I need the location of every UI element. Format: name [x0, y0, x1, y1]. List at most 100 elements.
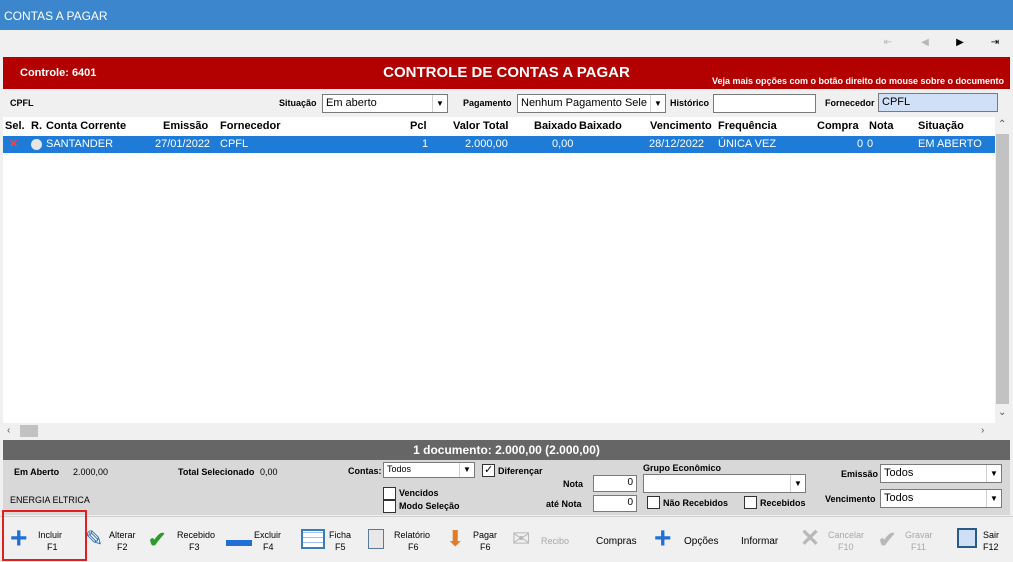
column-header[interactable]: Pcl	[410, 120, 427, 132]
totals-panel: Em Aberto 2.000,00 Total Selecionado 0,0…	[3, 460, 1010, 515]
nota-input[interactable]: 0	[593, 475, 637, 492]
accounts-grid[interactable]: Sel. R. Conta Corrente Emissão Fornecedo…	[3, 117, 1010, 439]
cancel-x-icon: ✕	[800, 525, 821, 552]
ate-nota-label: até Nota	[546, 499, 582, 509]
scroll-down-icon[interactable]: ⌄	[998, 407, 1006, 418]
chevron-down-icon[interactable]: ▼	[650, 95, 665, 112]
sair-label: Sair	[983, 530, 1000, 540]
recibo-button[interactable]: ✉ Recibo	[512, 517, 578, 562]
column-header[interactable]: R.	[31, 120, 42, 132]
column-header[interactable]: Situação	[918, 120, 964, 132]
calendar-icon	[301, 529, 325, 549]
historico-label: Histórico	[670, 98, 710, 108]
vencidos-checkbox[interactable]	[383, 487, 396, 500]
alterar-button[interactable]: ✎ Alterar F2	[85, 517, 145, 562]
vertical-scroll-thumb[interactable]	[996, 134, 1009, 404]
window-title: CONTAS A PAGAR	[4, 9, 108, 23]
situacao-label: Situação	[279, 98, 317, 108]
ate-nota-input[interactable]: 0	[593, 495, 637, 512]
cancelar-button[interactable]: ✕ Cancelar F10	[798, 517, 868, 562]
chevron-down-icon[interactable]: ▼	[432, 95, 447, 112]
vencimento-label: Vencimento	[825, 494, 876, 504]
scroll-right-icon[interactable]: ›	[981, 425, 984, 436]
nao-recebidos-checkbox[interactable]	[647, 496, 660, 509]
column-header[interactable]: Valor Total	[453, 120, 508, 132]
horizontal-scroll-thumb[interactable]	[20, 425, 38, 437]
grupo-economico-label: Grupo Econômico	[643, 463, 722, 473]
summary-bar: 1 documento: 2.000,00 (2.000,00)	[3, 440, 1010, 460]
filter-bar: CPFL Situação Em aberto ▼ Pagamento Nenh…	[3, 89, 1010, 117]
scroll-up-icon[interactable]: ⌃	[998, 119, 1006, 130]
emissao-select[interactable]: Todos ▼	[880, 464, 1002, 483]
diferencar-checkbox[interactable]	[482, 463, 495, 477]
pencil-icon: ✎	[85, 526, 104, 551]
chevron-down-icon[interactable]: ▼	[790, 475, 805, 492]
sair-button[interactable]: Sair F12	[955, 517, 1007, 562]
excluir-button[interactable]: Excluir F4	[224, 517, 289, 562]
pagamento-label: Pagamento	[463, 98, 512, 108]
fornecedor-input[interactable]: CPFL	[878, 93, 998, 112]
pagar-button[interactable]: ⬇ Pagar F6	[444, 517, 504, 562]
alterar-key: F2	[117, 542, 128, 552]
pagamento-select[interactable]: Nenhum Pagamento Sele ▼	[517, 94, 666, 113]
radio-circle-icon[interactable]	[31, 139, 42, 150]
previous-record-button[interactable]: ◀	[913, 34, 937, 52]
compras-label: Compras	[596, 536, 637, 547]
gravar-button[interactable]: ✔ Gravar F11	[876, 517, 936, 562]
recibo-label: Recibo	[541, 536, 570, 546]
selection-x-icon[interactable]: ✕	[9, 137, 18, 150]
emissao-value: Todos	[884, 467, 914, 479]
excluir-key: F4	[263, 542, 274, 552]
column-header[interactable]: Baixado	[579, 120, 622, 132]
ficha-button[interactable]: Ficha F5	[300, 517, 360, 562]
historico-input[interactable]	[713, 94, 816, 113]
module-header: Controle: 6401 CONTROLE DE CONTAS A PAGA…	[3, 57, 1010, 89]
vertical-scrollbar[interactable]: ⌃ ⌄	[995, 117, 1010, 423]
recebido-label: Recebido	[177, 530, 216, 540]
cell-pcl: 1	[422, 138, 429, 150]
contas-select[interactable]: Todos ▼	[383, 462, 475, 478]
ficha-key: F5	[335, 542, 346, 552]
first-record-button[interactable]: ⇤	[876, 34, 900, 52]
relatorio-button[interactable]: Relatório F6	[366, 517, 436, 562]
informar-button[interactable]: Informar	[736, 517, 786, 562]
column-header[interactable]: Compra	[817, 120, 859, 132]
incluir-key: F1	[47, 542, 58, 552]
relatorio-label: Relatório	[394, 530, 431, 540]
compras-button[interactable]: Compras	[590, 517, 645, 562]
recebidos-checkbox[interactable]	[744, 496, 757, 509]
emissao-label: Emissão	[841, 469, 879, 479]
next-record-button[interactable]: ▶	[948, 34, 972, 52]
nota-label: Nota	[563, 479, 583, 489]
chevron-down-icon[interactable]: ▼	[986, 465, 1001, 482]
cancelar-label: Cancelar	[828, 530, 865, 540]
historico-text: ENERGIA ELTRICA	[10, 495, 90, 505]
vencimento-select[interactable]: Todos ▼	[880, 489, 1002, 508]
chevron-down-icon[interactable]: ▼	[459, 463, 474, 477]
column-header[interactable]: Vencimento	[650, 120, 712, 132]
column-header[interactable]: Conta Corrente	[46, 120, 126, 132]
em-aberto-label: Em Aberto	[14, 467, 60, 477]
column-header[interactable]: Nota	[869, 120, 893, 132]
situacao-select[interactable]: Em aberto ▼	[322, 94, 448, 113]
fornecedor-label: Fornecedor	[825, 98, 875, 108]
alterar-label: Alterar	[109, 530, 136, 540]
scroll-left-icon[interactable]: ‹	[7, 425, 10, 436]
opcoes-button[interactable]: + Opções	[654, 517, 726, 562]
horizontal-scrollbar[interactable]: ‹ ›	[3, 423, 1010, 439]
modo-selecao-checkbox[interactable]	[383, 500, 396, 513]
recebidos-label: Recebidos	[760, 498, 806, 508]
grupo-economico-select[interactable]: ▼	[643, 474, 806, 493]
column-header[interactable]: Baixado	[534, 120, 577, 132]
column-header[interactable]: Emissão	[163, 120, 208, 132]
incluir-button[interactable]: + Incluir F1	[5, 517, 85, 562]
recebido-button[interactable]: ✔ Recebido F3	[148, 517, 218, 562]
column-header[interactable]: Fornecedor	[220, 120, 281, 132]
column-header[interactable]: Sel.	[5, 120, 25, 132]
chevron-down-icon[interactable]: ▼	[986, 490, 1001, 507]
table-row[interactable]: ✕ SANTANDER 27/01/2022 CPFL 1 2.000,00 0…	[3, 136, 995, 153]
action-toolbar: + Incluir F1 ✎ Alterar F2 ✔ Recebido F3 …	[0, 516, 1013, 561]
cell-situacao: EM ABERTO	[918, 138, 982, 150]
column-header[interactable]: Frequência	[718, 120, 777, 132]
last-record-button[interactable]: ⇥	[983, 34, 1007, 52]
